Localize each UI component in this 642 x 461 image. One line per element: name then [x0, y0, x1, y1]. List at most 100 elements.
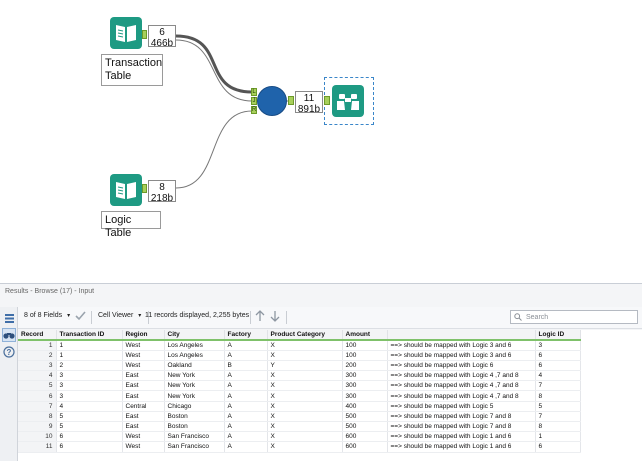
transaction-input-tool[interactable] — [110, 17, 142, 49]
table-cell[interactable]: ==> should be mapped with Logic 1 and 6 — [387, 441, 536, 453]
table-cell[interactable]: East — [122, 380, 165, 392]
transaction-tool-label[interactable]: Transaction Table — [101, 54, 163, 86]
table-cell[interactable]: A — [224, 441, 268, 453]
join-input-anchor-l[interactable]: L — [251, 88, 257, 96]
table-cell[interactable]: 500 — [342, 411, 388, 423]
table-cell[interactable]: ==> should be mapped with Logic 7 and 8 — [387, 411, 536, 423]
table-cell[interactable]: ==> should be mapped with Logic 6 — [387, 360, 536, 372]
table-cell[interactable]: 7 — [535, 411, 581, 423]
table-cell[interactable]: ==> should be mapped with Logic 3 and 6 — [387, 340, 536, 351]
column-header[interactable]: City — [164, 330, 225, 341]
table-cell[interactable]: 3 — [56, 390, 123, 402]
table-cell[interactable]: X — [267, 350, 343, 361]
record-number-cell[interactable]: 4 — [18, 370, 57, 382]
logic-output-anchor[interactable] — [142, 184, 147, 193]
table-cell[interactable]: ==> should be mapped with Logic 7 and 8 — [387, 421, 536, 433]
table-cell[interactable]: Y — [267, 360, 343, 372]
table-cell[interactable]: 6 — [535, 350, 581, 361]
table-cell[interactable]: East — [122, 421, 165, 433]
table-cell[interactable]: 6 — [56, 431, 123, 443]
record-number-cell[interactable]: 5 — [18, 380, 57, 392]
table-cell[interactable]: X — [267, 441, 343, 453]
table-cell[interactable]: ==> should be mapped with Logic 4 ,7 and… — [387, 380, 536, 392]
table-cell[interactable]: 600 — [342, 431, 388, 443]
table-cell[interactable]: ==> should be mapped with Logic 5 — [387, 401, 536, 412]
table-cell[interactable]: X — [267, 390, 343, 402]
record-number-cell[interactable]: 10 — [18, 431, 57, 443]
table-cell[interactable]: West — [122, 340, 165, 351]
table-cell[interactable]: X — [267, 431, 343, 443]
browse-tool[interactable] — [332, 85, 364, 117]
fields-dropdown[interactable]: 8 of 8 Fields ▾ — [24, 312, 70, 319]
logic-tool-label[interactable]: Logic Table — [101, 211, 161, 239]
table-cell[interactable]: 500 — [342, 421, 388, 433]
table-cell[interactable]: East — [122, 390, 165, 402]
record-number-cell[interactable]: 11 — [18, 441, 57, 453]
table-cell[interactable]: Boston — [164, 421, 225, 433]
table-cell[interactable]: X — [267, 370, 343, 382]
table-cell[interactable]: Los Angeles — [164, 340, 225, 351]
table-row[interactable]: 5 3 East New York A X 300 ==> should be mapped … — [18, 380, 581, 392]
table-cell[interactable]: West — [122, 360, 165, 372]
join-input-anchor-r[interactable]: R — [251, 106, 257, 114]
table-cell[interactable]: X — [267, 421, 343, 433]
table-cell[interactable]: A — [224, 390, 268, 402]
browse-view-button[interactable] — [2, 328, 16, 342]
transaction-output-anchor[interactable] — [142, 30, 147, 39]
table-cell[interactable]: 4 — [535, 370, 581, 382]
table-cell[interactable]: 300 — [342, 370, 388, 382]
column-header[interactable] — [387, 330, 536, 341]
table-cell[interactable]: 3 — [56, 370, 123, 382]
table-cell[interactable]: A — [224, 411, 268, 423]
table-cell[interactable]: 4 — [56, 401, 123, 412]
table-cell[interactable]: 5 — [56, 411, 123, 423]
table-cell[interactable]: ==> should be mapped with Logic 4 ,7 and… — [387, 370, 536, 382]
table-cell[interactable]: West — [122, 441, 165, 453]
table-row[interactable]: 10 6 West San Francisco A X 600 ==> should be m… — [18, 431, 581, 443]
table-cell[interactable]: San Francisco — [164, 431, 225, 443]
table-cell[interactable]: 6 — [535, 441, 581, 453]
table-cell[interactable]: 1 — [56, 340, 123, 351]
table-row[interactable]: 9 5 East Boston A X 500 ==> should be mapped wi… — [18, 421, 581, 433]
table-cell[interactable]: Boston — [164, 411, 225, 423]
table-cell[interactable]: East — [122, 370, 165, 382]
record-number-cell[interactable]: 8 — [18, 411, 57, 423]
table-cell[interactable]: 400 — [342, 401, 388, 412]
table-cell[interactable]: 6 — [56, 441, 123, 453]
table-row[interactable]: 6 3 East New York A X 300 ==> should be mapped … — [18, 390, 581, 402]
record-number-cell[interactable]: 7 — [18, 401, 57, 412]
table-cell[interactable]: A — [224, 421, 268, 433]
table-cell[interactable]: 600 — [342, 441, 388, 453]
table-cell[interactable]: A — [224, 340, 268, 351]
column-header[interactable]: Logic ID — [535, 330, 581, 341]
confirm-fields-button[interactable] — [75, 311, 86, 321]
table-row[interactable]: 4 3 East New York A X 300 ==> should be mapped … — [18, 370, 581, 382]
table-cell[interactable]: 100 — [342, 340, 388, 351]
join-tool[interactable] — [257, 86, 287, 116]
results-grid[interactable]: Record Transaction ID Region City Factory Pro… — [18, 330, 642, 461]
table-cell[interactable]: X — [267, 380, 343, 392]
help-button[interactable]: ? — [2, 345, 16, 359]
table-cell[interactable]: 100 — [342, 350, 388, 361]
table-row[interactable]: 1 1 West Los Angeles A X 100 ==> should be mapp… — [18, 340, 581, 351]
table-row[interactable]: 2 1 West Los Angeles A X 100 ==> should be mapp… — [18, 350, 581, 361]
join-output-anchor[interactable] — [288, 96, 294, 105]
table-cell[interactable]: 2 — [56, 360, 123, 372]
table-row[interactable]: 7 4 Central Chicago A X 400 ==> should be mappe… — [18, 401, 581, 412]
column-header[interactable]: Product Category — [267, 330, 343, 341]
table-cell[interactable]: Chicago — [164, 401, 225, 412]
record-number-cell[interactable]: 6 — [18, 390, 57, 402]
table-cell[interactable]: A — [224, 401, 268, 412]
scroll-up-button[interactable] — [255, 310, 265, 322]
table-cell[interactable]: ==> should be mapped with Logic 4 ,7 and… — [387, 390, 536, 402]
table-cell[interactable]: 1 — [56, 350, 123, 361]
table-cell[interactable]: 7 — [535, 380, 581, 392]
table-cell[interactable]: East — [122, 411, 165, 423]
table-cell[interactable]: A — [224, 350, 268, 361]
table-cell[interactable]: 300 — [342, 390, 388, 402]
table-cell[interactable]: A — [224, 431, 268, 443]
column-header[interactable]: Record — [18, 330, 57, 341]
table-cell[interactable]: 1 — [535, 431, 581, 443]
table-cell[interactable]: San Francisco — [164, 441, 225, 453]
table-cell[interactable]: New York — [164, 380, 225, 392]
